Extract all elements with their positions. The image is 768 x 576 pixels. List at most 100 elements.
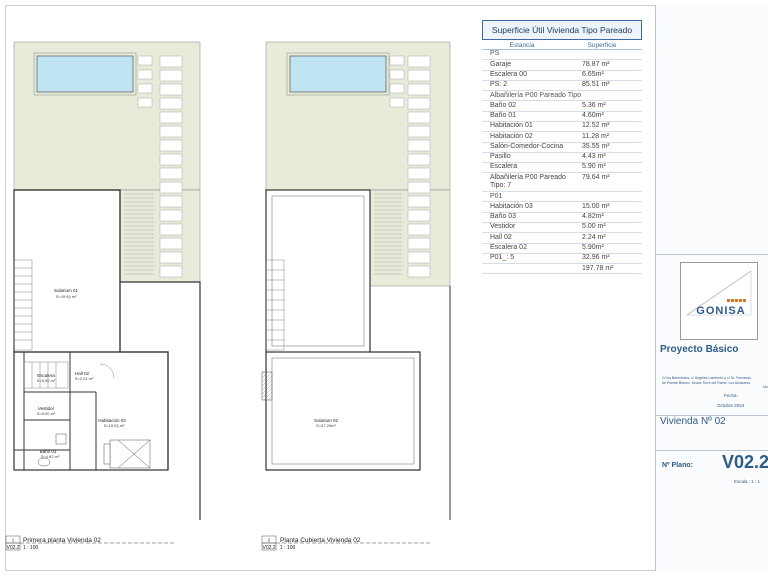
row-estancia: Salón-Comedor-Cocina [490, 142, 564, 150]
row-superficie: 15.00 m² [582, 202, 610, 210]
table-row: P01 [482, 192, 642, 203]
row-estancia: PS: 2 [490, 81, 508, 89]
table-row: Habitación 02 11.28 m² [482, 132, 642, 143]
row-estancia: Pasillo [490, 153, 511, 161]
row-superficie: 78.87 m² [582, 60, 610, 68]
room-hall-area: S=2.24 m² [75, 376, 94, 381]
floor-plans: Solarium 01 S=49.9§ m² Escalera S=5.90 m… [5, 41, 451, 551]
row-estancia: Baño 03 [490, 213, 517, 221]
row-estancia [482, 265, 582, 274]
row-estancia: Baño 02 [490, 101, 517, 109]
row-estancia: Vestidor [490, 223, 516, 231]
row-estancia: Hall 02 [490, 233, 512, 241]
row-superficie: 85.51 m² [582, 81, 610, 89]
table-row: Baño 01 4.60m² [482, 112, 642, 122]
table-row: Habitación 01 12.52 m² [482, 122, 642, 133]
plano-value: V02.2 [722, 452, 768, 472]
row-estancia: P01 [490, 192, 503, 200]
caption-2: 2 Planta Cubierta Vivienda 02 V02.2 1 : … [261, 535, 432, 551]
row-estancia: Habitación 03 [490, 202, 533, 210]
row-estancia: Habitación 01 [490, 122, 533, 130]
project-address: C/ los Benedictos, c/ Ángeles Lamberto y… [662, 376, 768, 389]
fecha-value: Octubre 2024 [717, 403, 745, 408]
row-superficie: 79.64 m² [582, 173, 610, 181]
pool [36, 55, 134, 93]
table-row: Escalera 02 5.90m² [482, 244, 642, 254]
caption-1: 1 Primera planta Vivienda 02 V02.2 1 : 1… [5, 535, 176, 551]
room-solarium-01-area: S=49.9§ m² [56, 294, 77, 299]
room-vestidor-area: S=5.00 m² [37, 411, 56, 416]
room-habitacion-area: S=15.0§ m² [104, 423, 125, 428]
row-superficie: 4.43 m² [582, 153, 606, 161]
row-estancia: Escalera 00 [490, 70, 527, 78]
vivienda-label: Vivienda Nº 02 [660, 416, 726, 427]
row-superficie: 4.60m² [582, 112, 604, 120]
table-row: Vestidor 5.00 m² [482, 223, 642, 234]
row-superficie: 11.28 m² [582, 132, 610, 140]
project-title: Proyecto Básico [660, 344, 739, 355]
surface-table: Superficie Útil Vivienda Tipo Pareado Es… [482, 20, 642, 275]
plano-label: Nº Plano: [662, 462, 693, 469]
row-superficie: 5.36 m² [582, 101, 606, 109]
row-superficie: 6.65m² [582, 70, 604, 78]
stairs-1 [13, 259, 69, 389]
caption-2-title: Planta Cubierta Vivienda 02 [280, 537, 361, 544]
row-superficie: 5.90m² [582, 243, 604, 251]
svg-text:2: 2 [268, 538, 271, 543]
svg-text:1: 1 [12, 538, 15, 543]
surface-table-rows: PS Garaje 78.87 m² Escalera 00 6.65m² PS: 2 85… [482, 50, 642, 275]
row-superficie: 32.96 m² [582, 254, 610, 262]
table-row: Salón-Comedor-Cocina 35.55 m² [482, 143, 642, 153]
caption-1-scale: 1 : 100 [23, 545, 39, 551]
roof-outline [265, 189, 371, 353]
row-estancia: P01_: 5 [490, 254, 515, 262]
row-superficie: 4.82m² [582, 213, 604, 221]
table-row: PS: 2 85.51 m² [482, 81, 642, 92]
col-estancia: Estancia [509, 42, 535, 49]
solarium-outline [13, 189, 121, 353]
toilet [37, 457, 51, 467]
table-row: Garaje 78.87 m² [482, 60, 642, 71]
row-estancia: Albañilería P00 Pareado Tipo [490, 91, 582, 99]
caption-2-scale: 1 : 100 [280, 545, 296, 551]
caption-2-ref: V02.2 [263, 545, 276, 551]
table-row: Habitación 03 15.00 m² [482, 202, 642, 213]
row-estancia: Habitación 02 [490, 132, 533, 140]
room-bano-area: S=4.82 m² [41, 454, 60, 459]
skylight [261, 371, 273, 401]
caption-1-title: Primera planta Vivienda 02 [23, 537, 101, 544]
door-arc [99, 363, 115, 379]
row-estancia: Baño 01 [490, 112, 517, 120]
sink [55, 433, 67, 445]
surface-table-title: Superficie Útil Vivienda Tipo Pareado [482, 20, 642, 40]
logo-text: GONISA [696, 305, 745, 317]
row-superficie: 5.90 m² [582, 163, 606, 171]
col-superficie: Superficie [587, 42, 617, 49]
table-row: Escalera 00 6.65m² [482, 71, 642, 81]
row-estancia: Escalera 02 [490, 243, 527, 251]
row-estancia: PS [490, 50, 500, 58]
table-row: Baño 03 4.82m² [482, 213, 642, 223]
row-superficie [582, 193, 642, 202]
room-solarium-01: Solarium 01 [54, 288, 79, 293]
bed [103, 439, 151, 469]
room-solarium-02-area: S=37.29m² [316, 423, 336, 428]
table-row: 197.78 m² [482, 264, 642, 275]
pool-2 [289, 55, 387, 93]
fecha-label: Fecha: [724, 393, 738, 398]
table-row: PS [482, 50, 642, 61]
surface-table-header: Estancia Superficie [482, 42, 642, 50]
row-estancia: Albañilería P00 Pareado Tipo: 7 [490, 173, 566, 190]
caption-1-ref: V02.2 [7, 545, 20, 551]
table-row: P01_: 5 32.96 m² [482, 254, 642, 265]
stairs-2 [265, 259, 285, 351]
row-superficie: 5.00 m² [582, 223, 606, 231]
table-row: Pasillo 4.43 m² [482, 153, 642, 164]
table-row: Hall 02 2.24 m² [482, 233, 642, 244]
plan-2: Solarium 02 S=37.29m² 2 Planta Cubierta … [261, 41, 451, 551]
row-superficie [582, 92, 642, 101]
row-superficie: 197.78 m² [582, 264, 614, 272]
table-row: Albañilería P00 Pareado Tipo: 7 79.64 m² [482, 173, 642, 193]
table-row: Albañilería P00 Pareado Tipo [482, 91, 642, 102]
table-row: Escalera 5.90 m² [482, 163, 642, 174]
